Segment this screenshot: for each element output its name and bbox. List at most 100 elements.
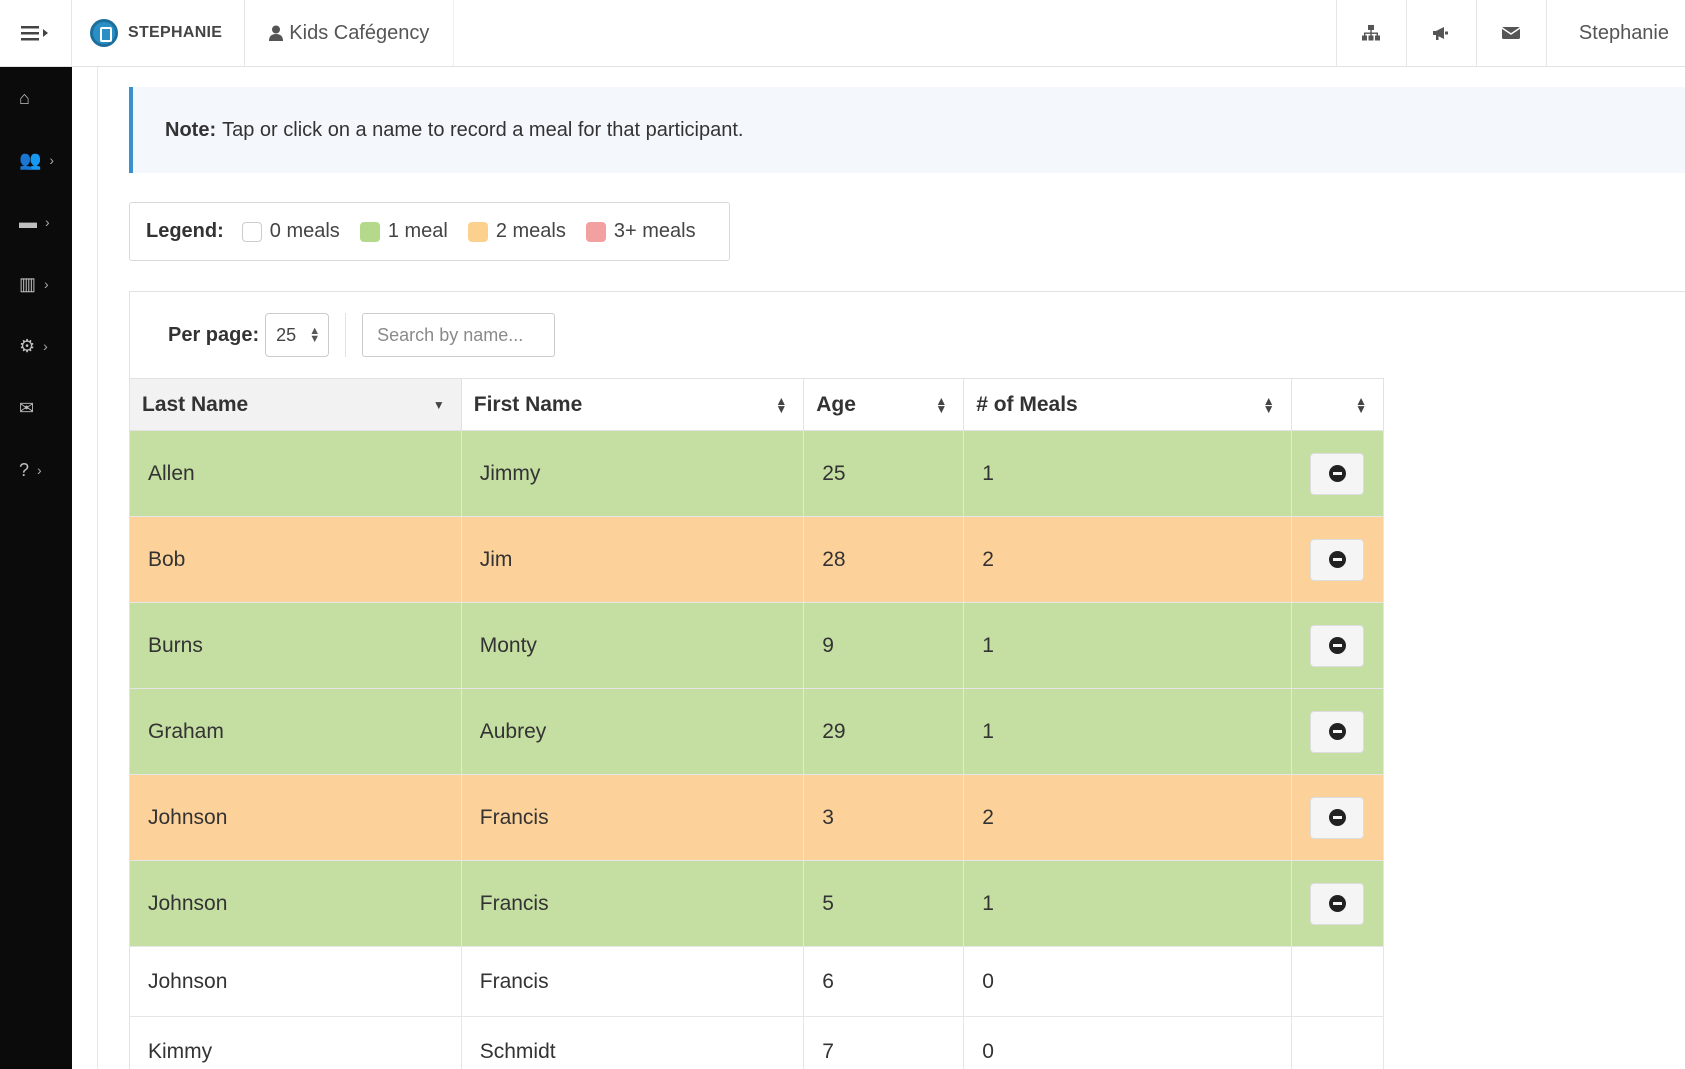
note-text: Tap or click on a name to record a meal … [222, 118, 744, 141]
legend-item-1-meal: 1 meal [359, 220, 448, 243]
cell-last-name[interactable]: Johnson [129, 946, 462, 1017]
cell-last-name[interactable]: Burns [129, 602, 462, 689]
cell-meals: 0 [963, 946, 1292, 1017]
minus-circle-icon [1328, 465, 1346, 482]
cell-last-name[interactable]: Kimmy [129, 1016, 462, 1069]
cell-last-name[interactable]: Allen [129, 430, 462, 517]
main-content: Note: Tap or click on a name to record a… [72, 67, 1685, 1069]
legend-item-2-meals: 2 meals [467, 220, 566, 243]
envelope-icon [1502, 27, 1521, 39]
column-header-meals[interactable]: # of Meals ▲ ▼ [963, 378, 1292, 431]
cell-meals: 1 [963, 602, 1292, 689]
column-header-actions[interactable]: ▲ ▼ [1290, 378, 1385, 431]
sidebar-item-settings[interactable]: ⚙ › [0, 315, 72, 377]
cell-meals: 1 [963, 860, 1292, 947]
sidebar-item-home[interactable]: ⌂ [0, 67, 72, 129]
sidebar-item-participants[interactable]: 👥 › [0, 129, 72, 191]
chevron-right-icon: › [44, 276, 49, 292]
minus-circle-icon [1328, 723, 1346, 740]
cell-first-name[interactable]: Jimmy [460, 430, 805, 517]
column-header-last-name[interactable]: Last Name ▼ [129, 378, 462, 431]
cell-meals: 0 [963, 1016, 1292, 1069]
chevron-right-icon: › [37, 462, 42, 478]
cell-meals: 2 [963, 516, 1292, 603]
user-icon [269, 25, 284, 41]
table-controls: Per page: 25 ▲ ▼ [129, 291, 1685, 378]
table-row[interactable]: Johnson Francis 5 1 [129, 860, 1385, 947]
remove-meal-button[interactable] [1310, 452, 1365, 495]
table-row[interactable]: Graham Aubrey 29 1 [129, 688, 1385, 775]
remove-meal-button[interactable] [1310, 538, 1365, 581]
column-header-age[interactable]: Age ▲ ▼ [803, 378, 965, 431]
sidebar-item-cards[interactable]: ▬ › [0, 191, 72, 253]
brand-name: STEPHANIE [128, 24, 223, 41]
envelope-icon: ✉ [19, 397, 35, 418]
sidebar-item-messages[interactable]: ✉ [0, 377, 72, 439]
table-row[interactable]: Allen Jimmy 25 1 [129, 430, 1385, 517]
cogs-icon: ⚙ [19, 335, 36, 356]
minus-circle-icon [1328, 551, 1346, 568]
organization-name: Kids Cafégency [289, 21, 430, 44]
cell-last-name[interactable]: Graham [129, 688, 462, 775]
minus-circle-icon [1328, 809, 1346, 826]
table-header-row: Last Name ▼ First Name ▲ ▼ Age ▲ ▼ # of Me… [129, 378, 1385, 431]
user-menu[interactable]: Stephanie [1545, 0, 1685, 66]
minus-circle-icon [1328, 637, 1346, 654]
column-header-first-name[interactable]: First Name ▲ ▼ [460, 378, 805, 431]
participants-table: Last Name ▼ First Name ▲ ▼ Age ▲ ▼ # of Me… [129, 378, 1385, 1069]
cell-first-name[interactable]: Aubrey [460, 688, 805, 775]
cell-age: 29 [803, 688, 965, 775]
sidebar: ⌂ 👥 › ▬ › ▥ › ⚙ › ✉ ? › [0, 67, 72, 1069]
sort-icon: ▲ ▼ [1262, 393, 1275, 416]
cell-first-name[interactable]: Francis [460, 774, 805, 861]
note-label: Note: [165, 118, 217, 141]
sidebar-item-help[interactable]: ? › [0, 439, 72, 501]
table-row[interactable]: Burns Monty 9 1 [129, 602, 1385, 689]
table-row[interactable]: Johnson Francis 6 0 [129, 946, 1385, 1017]
messages-button[interactable] [1475, 0, 1546, 66]
table-row[interactable]: Bob Jim 28 2 [129, 516, 1385, 603]
cell-first-name[interactable]: Monty [460, 602, 805, 689]
brand-logo-icon [90, 19, 118, 47]
cell-meals: 2 [963, 774, 1292, 861]
cell-age: 28 [803, 516, 965, 603]
cell-last-name[interactable]: Johnson [129, 774, 462, 861]
top-navbar: STEPHANIE Kids Cafégency Stephanie [0, 0, 1685, 67]
note-alert: Note: Tap or click on a name to record a… [129, 87, 1685, 173]
card-icon: ▬ [19, 211, 37, 232]
sidebar-item-reports[interactable]: ▥ › [0, 253, 72, 315]
cell-last-name[interactable]: Bob [129, 516, 462, 603]
cell-first-name[interactable]: Francis [460, 946, 805, 1017]
legend-swatch [359, 221, 380, 242]
remove-meal-button[interactable] [1310, 796, 1365, 839]
cell-age: 25 [803, 430, 965, 517]
cell-first-name[interactable]: Francis [460, 860, 805, 947]
menu-toggle-button[interactable] [0, 0, 72, 66]
per-page-select[interactable]: 25 ▲ ▼ [265, 313, 330, 357]
search-input[interactable] [362, 313, 556, 357]
sitemap-icon [1362, 25, 1381, 41]
announcements-button[interactable] [1405, 0, 1476, 66]
table-row[interactable]: Johnson Francis 3 2 [129, 774, 1385, 861]
brand-link[interactable]: STEPHANIE [72, 0, 246, 66]
hamburger-icon [20, 26, 48, 41]
chevron-right-icon: › [43, 338, 48, 354]
remove-meal-button[interactable] [1310, 710, 1365, 753]
sitemap-button[interactable] [1335, 0, 1406, 66]
legend-title: Legend: [146, 220, 224, 242]
legend-swatch [467, 221, 488, 242]
cell-last-name[interactable]: Johnson [129, 860, 462, 947]
organization-selector[interactable]: Kids Cafégency [245, 0, 455, 66]
minus-circle-icon [1328, 895, 1346, 912]
select-arrows-icon: ▲ ▼ [309, 325, 321, 345]
remove-meal-button[interactable] [1310, 882, 1365, 925]
remove-meal-button[interactable] [1310, 624, 1365, 667]
table-row[interactable]: Kimmy Schmidt 7 0 [129, 1016, 1385, 1069]
per-page-label: Per page: [168, 323, 260, 346]
cell-first-name[interactable]: Schmidt [460, 1016, 805, 1069]
sort-icon: ▲ ▼ [1355, 393, 1367, 416]
sort-icon: ▲ ▼ [775, 393, 788, 416]
cell-first-name[interactable]: Jim [460, 516, 805, 603]
legend-swatch [585, 221, 606, 242]
bar-chart-icon: ▥ [19, 273, 37, 294]
